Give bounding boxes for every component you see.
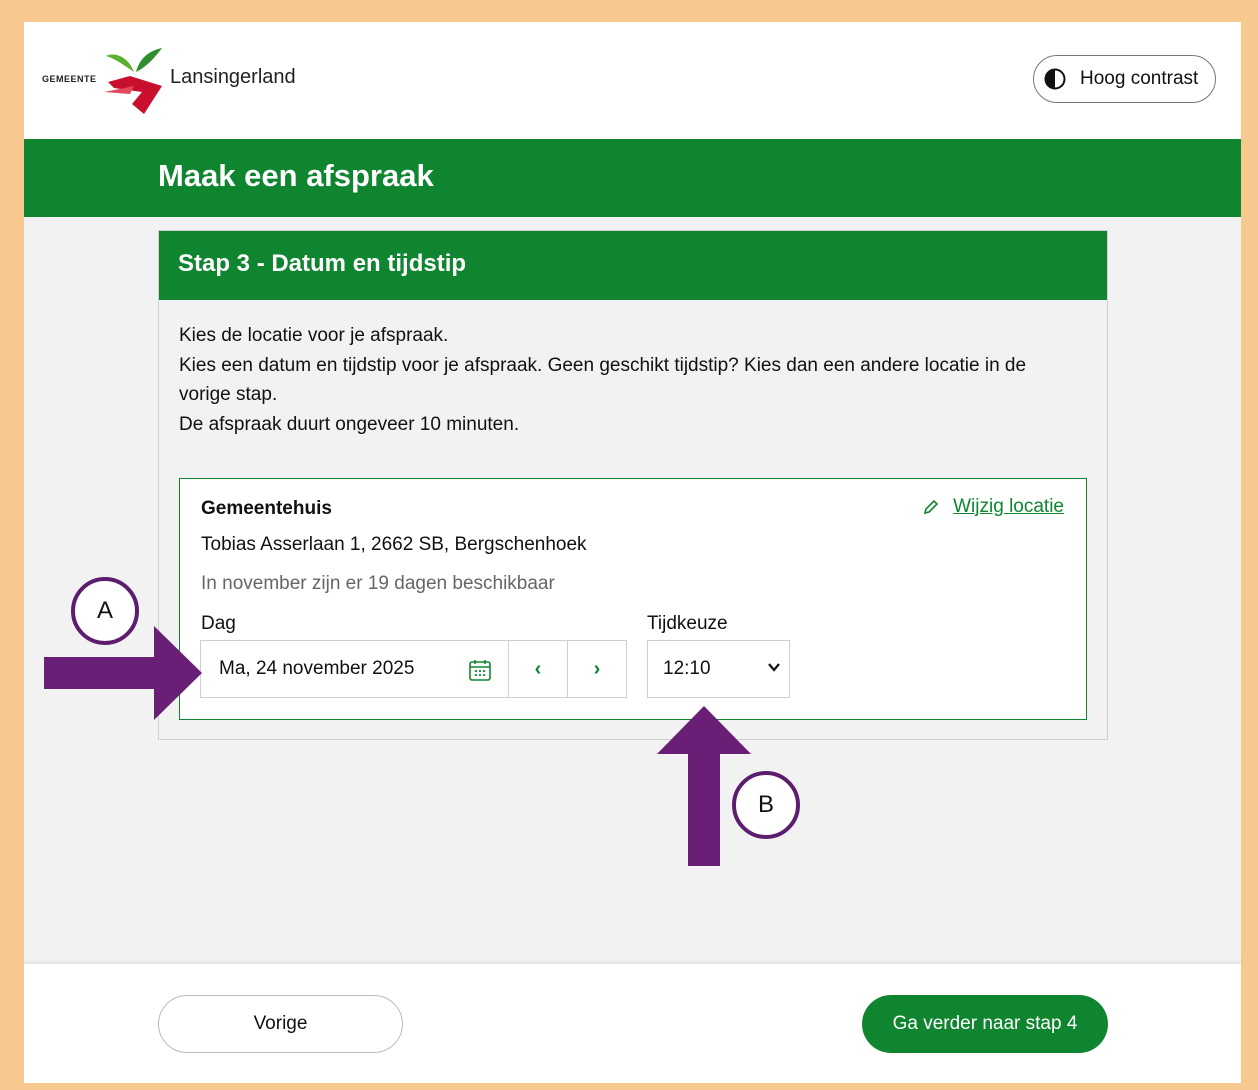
calendar-icon[interactable] bbox=[468, 658, 492, 682]
date-value: Ma, 24 november 2025 bbox=[219, 658, 415, 679]
date-input[interactable]: Ma, 24 november 2025 bbox=[200, 640, 509, 698]
location-address: Tobias Asserlaan 1, 2662 SB, Bergschenho… bbox=[201, 534, 587, 555]
high-contrast-toggle[interactable]: Hoog contrast bbox=[1033, 55, 1216, 103]
footer-bar: Vorige Ga verder naar stap 4 bbox=[24, 964, 1241, 1083]
step-header: Stap 3 - Datum en tijdstip bbox=[159, 231, 1107, 300]
annotation-badge-b: B bbox=[732, 771, 800, 839]
time-value: 12:10 bbox=[663, 658, 711, 679]
logo-mark-icon bbox=[104, 48, 162, 114]
chevron-right-icon: › bbox=[593, 657, 601, 680]
change-location-label: Wijzig locatie bbox=[953, 496, 1064, 517]
page-frame: GEMEENTE Lansingerland Hoog contrast Maa… bbox=[24, 22, 1241, 1083]
high-contrast-label: Hoog contrast bbox=[1080, 68, 1199, 89]
annotation-badge-a: A bbox=[71, 577, 139, 645]
page-banner: Maak een afspraak bbox=[24, 139, 1241, 217]
previous-button-label: Vorige bbox=[253, 1013, 308, 1034]
top-header: GEMEENTE Lansingerland Hoog contrast bbox=[24, 22, 1241, 139]
availability-text: In november zijn er 19 dagen beschikbaar bbox=[201, 573, 555, 594]
day-label: Dag bbox=[201, 613, 236, 634]
chevron-down-icon bbox=[768, 663, 780, 672]
location-panel: Gemeentehuis Wijzig locatie Tobias Asser… bbox=[179, 478, 1087, 720]
intro-line: Kies een datum en tijdstip voor je afspr… bbox=[179, 354, 1027, 406]
step-card: Stap 3 - Datum en tijdstip Kies de locat… bbox=[158, 230, 1108, 740]
previous-day-button[interactable]: ‹ bbox=[508, 640, 568, 698]
pencil-icon bbox=[924, 499, 939, 515]
next-step-button-label: Ga verder naar stap 4 bbox=[892, 1013, 1078, 1034]
municipality-logo[interactable]: GEMEENTE Lansingerland bbox=[42, 46, 312, 116]
next-step-button[interactable]: Ga verder naar stap 4 bbox=[862, 995, 1108, 1053]
previous-button[interactable]: Vorige bbox=[158, 995, 403, 1053]
logo-name: Lansingerland bbox=[170, 66, 296, 88]
change-location-link[interactable]: Wijzig locatie bbox=[923, 496, 1064, 518]
time-label: Tijdkeuze bbox=[647, 613, 728, 634]
chevron-left-icon: ‹ bbox=[534, 657, 542, 680]
step-intro: Kies de locatie voor je afspraak. Kies e… bbox=[179, 321, 1079, 439]
next-day-button[interactable]: › bbox=[567, 640, 627, 698]
logo-prefix: GEMEENTE bbox=[42, 74, 97, 84]
step-title: Stap 3 - Datum en tijdstip bbox=[178, 250, 467, 277]
contrast-icon bbox=[1044, 68, 1066, 90]
intro-line: Kies de locatie voor je afspraak. bbox=[179, 325, 449, 346]
location-name: Gemeentehuis bbox=[201, 498, 332, 519]
time-select[interactable]: 12:10 bbox=[647, 640, 790, 698]
annotation-arrow-a bbox=[44, 626, 202, 720]
page-title: Maak een afspraak bbox=[158, 158, 434, 193]
intro-line: De afspraak duurt ongeveer 10 minuten. bbox=[179, 413, 520, 435]
